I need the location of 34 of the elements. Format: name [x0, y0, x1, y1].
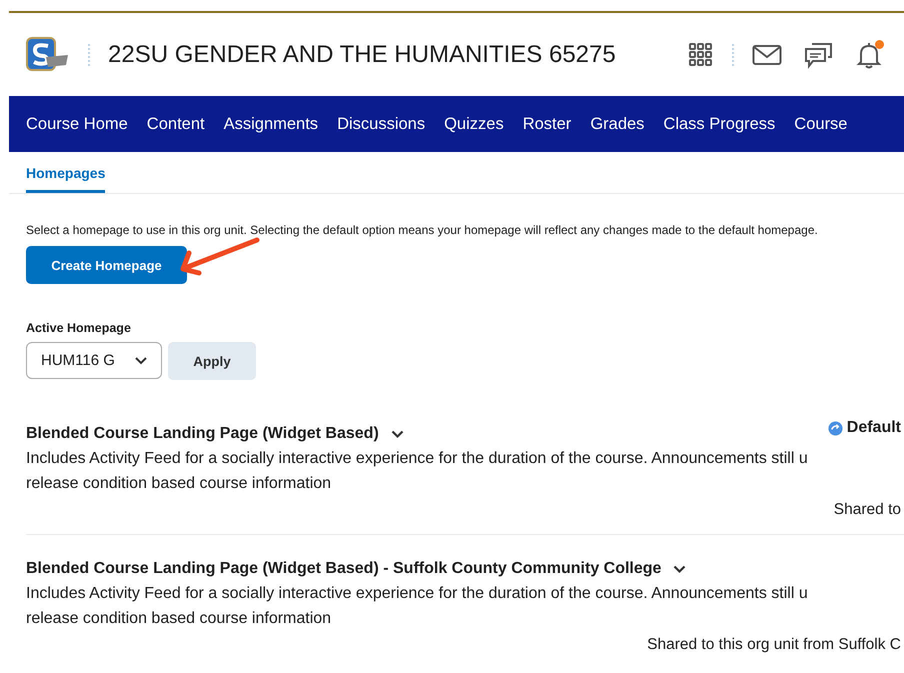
homepage-title[interactable]: Blended Course Landing Page (Widget Based) - Suffolk County Community College: [26, 560, 662, 578]
chevron-icon[interactable]: [673, 564, 686, 574]
shared-text: Shared to this org unit from Suffolk C: [646, 636, 901, 654]
nav-link[interactable]: Roster: [522, 114, 572, 134]
bell-icon[interactable]: [856, 40, 882, 68]
nav-link[interactable]: Class Progress: [663, 114, 776, 134]
nav-link[interactable]: Course Home: [26, 114, 128, 134]
homepage-description: release condition based course information: [26, 609, 332, 629]
field-label: Active Homepage: [26, 321, 132, 335]
nav-link[interactable]: Course: [794, 114, 848, 134]
course-title: 22SU GENDER AND THE HUMANITIES 65275: [108, 40, 616, 68]
chevron-icon: [135, 356, 147, 364]
instruction-text: Select a homepage to use in this org unit. Selecting the default option means your homepage will reflect any changes made to the default homepage.: [26, 223, 819, 237]
tab[interactable]: Homepages: [26, 165, 106, 193]
create-homepage-button[interactable]: Create Homepage: [26, 246, 187, 284]
homepage-description: Includes Activity Feed for a socially interactive experience for the duration of the course. Announcements still u: [26, 584, 809, 604]
apply-button[interactable]: Apply: [168, 342, 256, 380]
homepage-select[interactable]: HUM116 G: [26, 342, 162, 379]
homepage-description: release condition based course information: [26, 474, 332, 494]
nav-link[interactable]: Assignments: [224, 114, 318, 134]
chat-icon[interactable]: [804, 40, 834, 68]
default-icon: [828, 420, 843, 436]
nav-link[interactable]: Quizzes: [444, 114, 504, 134]
default-label: Default: [846, 419, 901, 437]
chevron-icon[interactable]: [390, 430, 404, 438]
nav-link[interactable]: Grades: [590, 114, 644, 134]
nav-link[interactable]: Content: [146, 114, 205, 134]
homepage-title[interactable]: Blended Course Landing Page (Widget Based): [26, 425, 379, 443]
school-logo-icon[interactable]: [26, 36, 70, 72]
nav-link[interactable]: Discussions: [337, 114, 426, 134]
homepage-description: Includes Activity Feed for a socially interactive experience for the duration of the course. Announcements still u: [26, 449, 809, 469]
shared-text: Shared to: [832, 501, 901, 519]
mail-icon[interactable]: [752, 44, 782, 66]
grid-icon[interactable]: [688, 42, 714, 68]
